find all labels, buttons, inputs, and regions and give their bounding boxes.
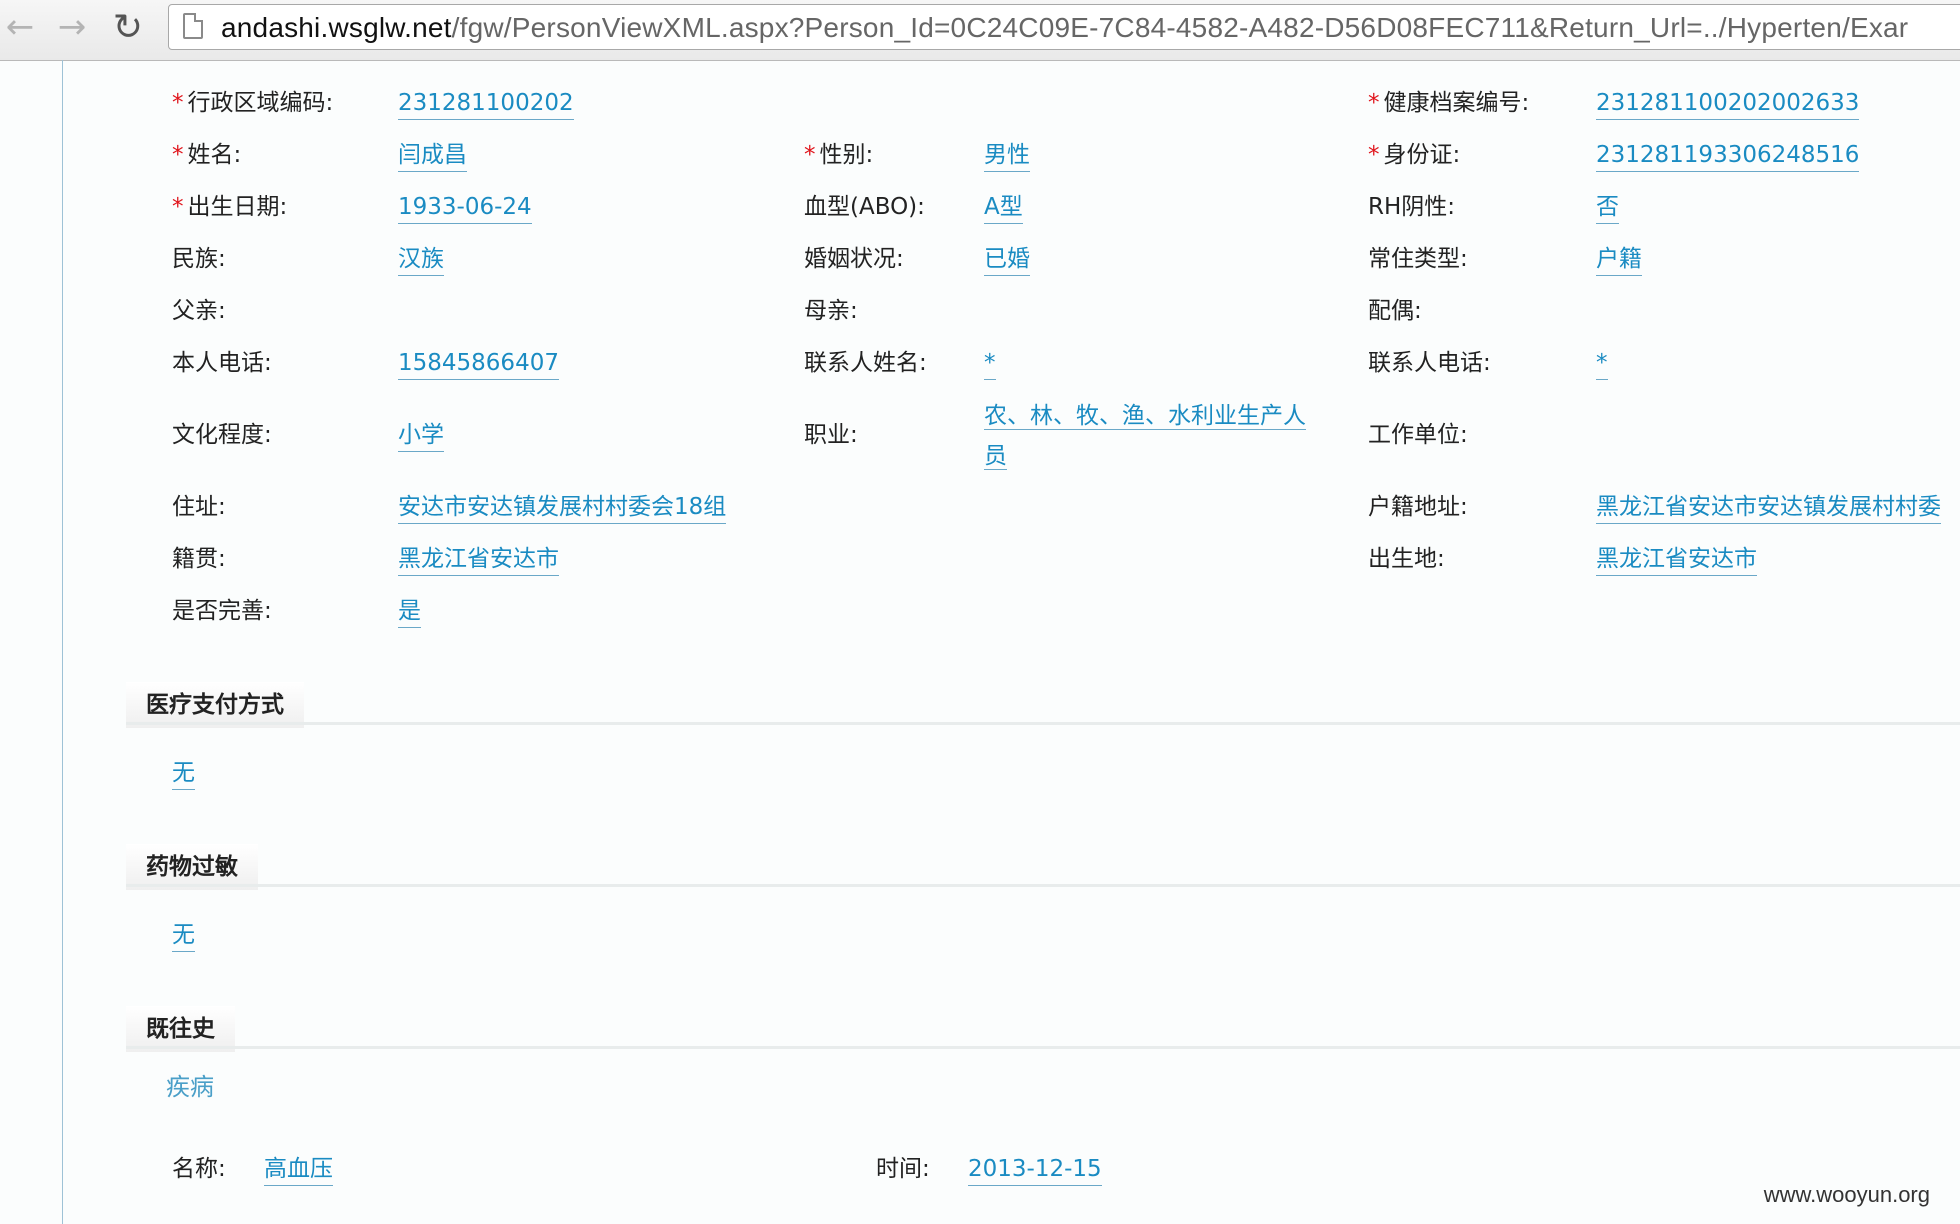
father-label: 父亲:	[172, 298, 226, 324]
health-record-label-text: 健康档案编号:	[1383, 90, 1530, 116]
name-label: * 姓名:	[172, 140, 241, 170]
occupation-value-text[interactable]: 农、林、牧、渔、水利业生产人员	[984, 403, 1306, 470]
address-bar[interactable]: andashi.wsglw.net/fgw/PersonViewXML.aspx…	[168, 4, 1960, 50]
left-border-line	[62, 60, 63, 1224]
url-text: andashi.wsglw.net/fgw/PersonViewXML.aspx…	[221, 11, 1908, 45]
contact-name-label: 联系人姓名:	[804, 350, 927, 376]
household-address-value[interactable]: 黑龙江省安达市安达镇发展村村委	[1596, 492, 1941, 524]
address-label: 住址:	[172, 494, 226, 520]
forward-arrow-icon[interactable]: →	[52, 6, 92, 48]
birth-label: * 出生日期:	[172, 192, 287, 222]
required-marker: *	[1368, 142, 1380, 168]
birth-label-text: 出生日期:	[187, 194, 288, 220]
birthplace-label: 出生地:	[1368, 546, 1445, 572]
health-record-value[interactable]: 231281100202002633	[1596, 88, 1860, 120]
ethnic-value[interactable]: 汉族	[398, 244, 444, 276]
complete-label: 是否完善:	[172, 598, 272, 624]
disease-time-value[interactable]: 2013-12-15	[968, 1154, 1102, 1186]
occupation-value[interactable]: 农、林、牧、渔、水利业生产人员	[984, 396, 1324, 477]
native-place-value[interactable]: 黑龙江省安达市	[398, 544, 559, 576]
required-marker: *	[172, 90, 184, 116]
disease-subtitle: 疾病	[166, 1073, 214, 1101]
marital-label: 婚姻状况:	[804, 246, 904, 272]
spouse-label: 配偶:	[1368, 298, 1422, 324]
gender-label-text: 性别:	[819, 142, 874, 168]
complete-value[interactable]: 是	[398, 596, 421, 628]
required-marker: *	[1368, 90, 1380, 116]
id-card-label: * 身份证:	[1368, 140, 1460, 170]
disease-name-label: 名称:	[172, 1156, 226, 1182]
disease-time-label: 时间:	[876, 1156, 930, 1182]
residence-type-value[interactable]: 户籍	[1596, 244, 1642, 276]
phone-value[interactable]: 15845866407	[398, 348, 559, 380]
section-divider	[126, 722, 1960, 725]
section-divider	[126, 1046, 1960, 1049]
health-record-label: * 健康档案编号:	[1368, 88, 1529, 118]
address-value[interactable]: 安达市安达镇发展村村委会18组	[398, 492, 727, 524]
id-card-label-text: 身份证:	[1383, 142, 1461, 168]
occupation-label: 职业:	[804, 422, 858, 448]
required-marker: *	[172, 194, 184, 220]
birth-value[interactable]: 1933-06-24	[398, 192, 532, 224]
education-value[interactable]: 小学	[398, 420, 444, 452]
url-host: andashi.wsglw.net	[221, 12, 452, 43]
education-label: 文化程度:	[172, 422, 272, 448]
household-address-label: 户籍地址:	[1368, 494, 1468, 520]
region-code-value[interactable]: 231281100202	[398, 88, 574, 120]
native-place-label: 籍贯:	[172, 546, 226, 572]
blood-type-label: 血型(ABO):	[804, 194, 925, 220]
disease-name-value[interactable]: 高血压	[264, 1154, 333, 1186]
name-label-text: 姓名:	[187, 142, 242, 168]
browser-toolbar: ← → ↻ andashi.wsglw.net/fgw/PersonViewXM…	[0, 0, 1960, 61]
blood-type-value[interactable]: A型	[984, 192, 1023, 224]
url-path: /fgw/PersonViewXML.aspx?Person_Id=0C24C0…	[451, 12, 1909, 43]
back-arrow-icon[interactable]: ←	[0, 6, 40, 48]
required-marker: *	[804, 142, 816, 168]
section-divider	[126, 884, 1960, 887]
required-marker: *	[172, 142, 184, 168]
rh-value[interactable]: 否	[1596, 192, 1619, 224]
rh-label: RH阴性:	[1368, 194, 1456, 220]
marital-value[interactable]: 已婚	[984, 244, 1030, 276]
birthplace-value[interactable]: 黑龙江省安达市	[1596, 544, 1757, 576]
residence-type-label: 常住类型:	[1368, 246, 1468, 272]
watermark: www.wooyun.org	[1763, 1182, 1930, 1207]
gender-label: * 性别:	[804, 140, 873, 170]
ethnic-label: 民族:	[172, 246, 226, 272]
page-icon	[183, 13, 203, 39]
contact-name-value[interactable]: *	[984, 348, 996, 380]
mother-label: 母亲:	[804, 298, 858, 324]
payment-value[interactable]: 无	[172, 758, 195, 790]
name-value[interactable]: 闫成昌	[398, 140, 467, 172]
allergy-value[interactable]: 无	[172, 920, 195, 952]
reload-icon[interactable]: ↻	[108, 6, 148, 48]
region-code-label: * 行政区域编码:	[172, 88, 333, 118]
contact-phone-value[interactable]: *	[1596, 348, 1608, 380]
contact-phone-label: 联系人电话:	[1368, 350, 1491, 376]
id-card-value[interactable]: 231281193306248516	[1596, 140, 1860, 172]
workplace-label: 工作单位:	[1368, 422, 1468, 448]
region-code-label-text: 行政区域编码:	[187, 90, 334, 116]
phone-label: 本人电话:	[172, 350, 272, 376]
gender-value[interactable]: 男性	[984, 140, 1030, 172]
